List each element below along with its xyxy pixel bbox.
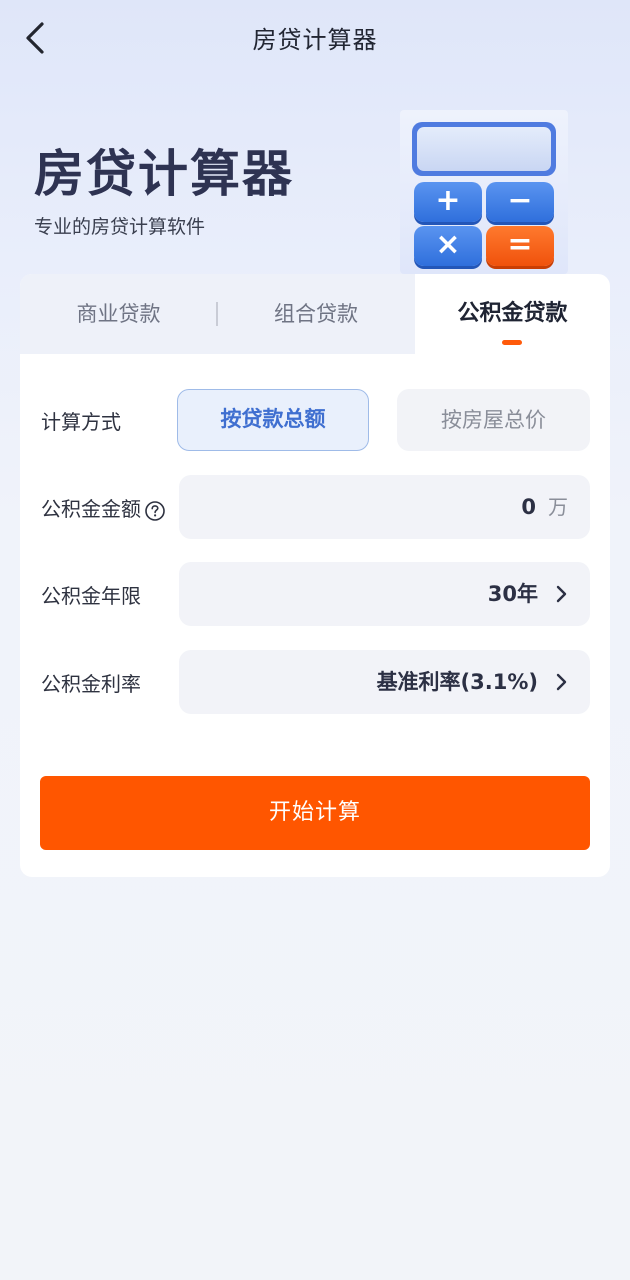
- years-label: 公积金年限: [41, 584, 141, 608]
- tab-combined-loan[interactable]: 组合贷款: [217, 274, 415, 354]
- rate-value: 基准利率(3.1%): [376, 670, 538, 694]
- years-selector[interactable]: 30年: [179, 562, 590, 626]
- plus-key-icon: +: [414, 182, 482, 222]
- rate-selector[interactable]: 基准利率(3.1%): [179, 650, 590, 714]
- minus-key-icon: −: [486, 182, 554, 222]
- equals-key-icon: =: [486, 226, 554, 266]
- chevron-right-icon: [556, 673, 567, 691]
- amount-unit: 万: [548, 495, 568, 519]
- top-bar: 房贷计算器: [0, 0, 630, 76]
- calc-method-label: 计算方式: [41, 410, 121, 434]
- amount-input[interactable]: 0 万: [179, 475, 590, 539]
- rate-label: 公积金利率: [41, 672, 141, 696]
- amount-label: 公积金金额: [41, 497, 141, 521]
- method-by-loan-total-button[interactable]: 按贷款总额: [177, 389, 369, 451]
- help-icon[interactable]: [144, 500, 166, 522]
- method-by-house-price-button[interactable]: 按房屋总价: [397, 389, 590, 451]
- page-title: 房贷计算器: [252, 26, 378, 54]
- active-tab-indicator: [502, 340, 522, 345]
- tab-commercial-loan[interactable]: 商业贷款: [20, 274, 217, 354]
- amount-value: 0: [521, 495, 536, 519]
- multiply-key-icon: ×: [414, 226, 482, 266]
- hero-subtitle: 专业的房贷计算软件: [34, 216, 206, 238]
- calculator-illustration: + − × =: [400, 110, 568, 274]
- loan-type-tabs: 商业贷款 组合贷款 公积金贷款: [20, 274, 610, 354]
- calculator-card: 商业贷款 组合贷款 公积金贷款 计算方式 按贷款总额 按房屋总价 公积金金额 0…: [20, 274, 610, 877]
- years-value: 30年: [487, 582, 538, 606]
- calculator-screen: [412, 122, 556, 176]
- chevron-right-icon: [556, 585, 567, 603]
- start-calculation-button[interactable]: 开始计算: [40, 776, 590, 850]
- hero-title: 房贷计算器: [34, 145, 294, 203]
- amount-label-row: 公积金金额: [41, 493, 166, 522]
